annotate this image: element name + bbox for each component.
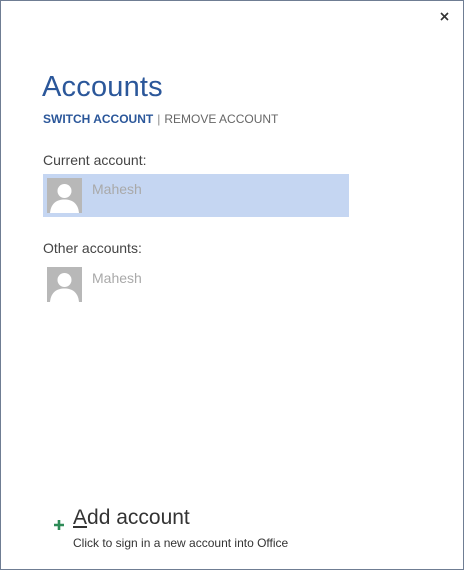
- add-account-title-rest: dd account: [87, 506, 190, 529]
- add-account-button[interactable]: Add account Click to sign in a new accou…: [53, 506, 313, 554]
- other-accounts-label: Other accounts:: [43, 240, 142, 256]
- person-icon: [47, 267, 82, 302]
- add-account-subtitle: Click to sign in a new account into Offi…: [73, 536, 289, 550]
- avatar: [47, 267, 82, 302]
- current-account-label: Current account:: [43, 152, 147, 168]
- other-account-item[interactable]: Mahesh: [43, 263, 349, 306]
- close-icon: [439, 11, 449, 21]
- plus-icon: [54, 520, 64, 530]
- account-tabs: SWITCH ACCOUNT | REMOVE ACCOUNT: [43, 112, 278, 126]
- person-icon: [47, 178, 82, 213]
- accounts-dialog: Accounts SWITCH ACCOUNT | REMOVE ACCOUNT…: [0, 0, 464, 570]
- other-account-name: Mahesh: [92, 270, 142, 286]
- avatar: [47, 178, 82, 213]
- tab-switch-account[interactable]: SWITCH ACCOUNT: [43, 112, 153, 126]
- current-account-name: Mahesh: [92, 181, 142, 197]
- page-title: Accounts: [42, 71, 163, 103]
- tab-remove-account[interactable]: REMOVE ACCOUNT: [164, 112, 278, 126]
- current-account-item[interactable]: Mahesh: [43, 174, 349, 217]
- close-button[interactable]: [435, 7, 453, 25]
- add-account-title: Add account: [73, 506, 190, 530]
- tab-separator: |: [157, 112, 161, 126]
- add-account-accelerator: A: [73, 506, 88, 529]
